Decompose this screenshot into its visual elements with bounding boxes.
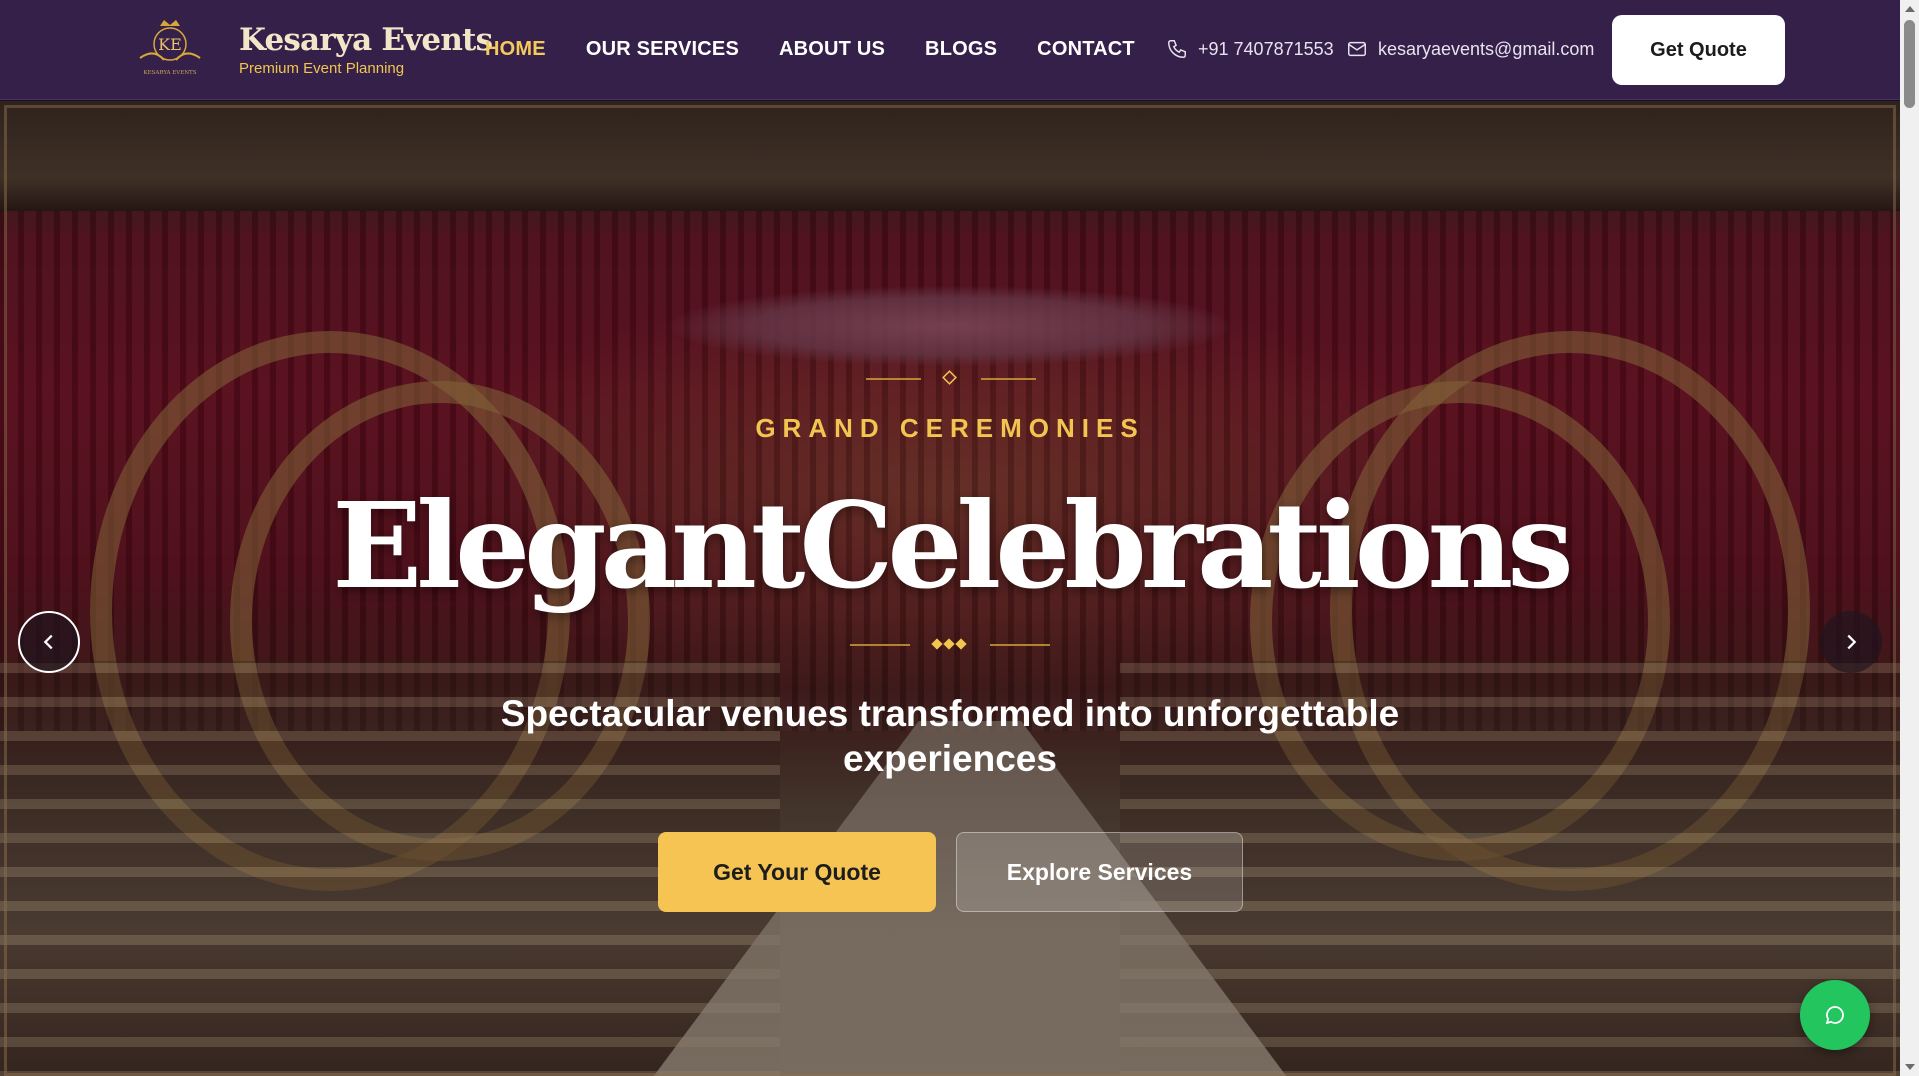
phone-contact[interactable]: +91 7407871553 [1166, 38, 1334, 60]
triple-diamond-ornament-icon [850, 638, 1050, 650]
diamond-ornament-icon [866, 370, 1036, 385]
mail-icon [1348, 41, 1366, 57]
email-address: kesaryaevents@gmail.com [1378, 38, 1595, 59]
chevron-left-icon [43, 634, 53, 650]
hero-subtitle: Spectacular venues transformed into unfo… [500, 693, 1400, 779]
nav-our-services[interactable]: OUR SERVICES [586, 38, 739, 61]
hero-headline: ElegantCelebrations [332, 476, 1573, 615]
svg-text:KE: KE [158, 35, 182, 54]
hero-content: GRAND CEREMONIES ElegantCelebrations Spe… [0, 101, 1900, 1076]
hero-carousel: GRAND CEREMONIES ElegantCelebrations Spe… [0, 101, 1900, 1076]
phone-number: +91 7407871553 [1198, 38, 1334, 59]
svg-text:KESARYA EVENTS: KESARYA EVENTS [143, 70, 196, 76]
brand[interactable]: Kesarya Events Premium Event Planning [239, 22, 493, 77]
carousel-next-button[interactable] [1820, 611, 1882, 673]
chat-bubble-icon [1825, 1006, 1844, 1025]
get-your-quote-button[interactable]: Get Your Quote [658, 832, 936, 912]
chevron-right-icon [1847, 634, 1857, 650]
phone-icon [1168, 40, 1186, 58]
get-quote-button[interactable]: Get Quote [1612, 15, 1785, 85]
hero-eyebrow: GRAND CEREMONIES [755, 413, 1145, 443]
email-contact[interactable]: kesaryaevents@gmail.com [1346, 38, 1594, 60]
scroll-down-arrow-icon[interactable] [1905, 1064, 1915, 1070]
chat-button[interactable] [1800, 980, 1870, 1050]
nav-about-us[interactable]: ABOUT US [779, 38, 885, 61]
scroll-up-arrow-icon[interactable] [1905, 6, 1915, 12]
carousel-prev-button[interactable] [18, 611, 80, 673]
scrollbar-thumb[interactable] [1904, 20, 1915, 108]
brand-logo[interactable]: KE KESARYA EVENTS [134, 18, 206, 80]
nav-home[interactable]: HOME [485, 38, 546, 61]
main-nav: HOME OUR SERVICES ABOUT US BLOGS CONTACT [485, 38, 1135, 61]
brand-tagline: Premium Event Planning [239, 60, 405, 77]
site-header: KE KESARYA EVENTS Kesarya Events Premium… [0, 0, 1900, 100]
explore-services-button[interactable]: Explore Services [956, 832, 1243, 912]
brand-name: Kesarya Events [239, 22, 493, 58]
page-scrollbar[interactable] [1900, 0, 1919, 1076]
nav-blogs[interactable]: BLOGS [925, 38, 997, 61]
nav-contact[interactable]: CONTACT [1037, 38, 1135, 61]
